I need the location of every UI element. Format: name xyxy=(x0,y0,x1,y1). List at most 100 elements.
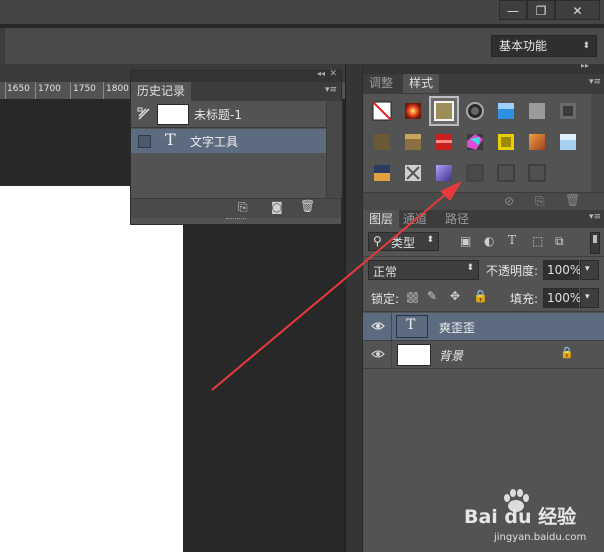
history-panel: ◂◂ ✕ 历史记录 ▾≡ 未标题-1 T 文字工具 ⎘ ◙ 🗑 xyxy=(130,69,342,225)
style-swatch[interactable] xyxy=(553,96,583,126)
workspace-switcher[interactable]: 基本功能 ⬍ xyxy=(491,35,597,57)
panel-menu-icon[interactable]: ▾≡ xyxy=(589,77,601,87)
style-swatch[interactable] xyxy=(429,127,459,157)
image-filter-icon[interactable]: ▣ xyxy=(460,234,471,248)
minimize-button[interactable]: — xyxy=(499,0,527,20)
document-canvas[interactable] xyxy=(0,186,183,552)
styles-panel: ▸▸ 调整 样式 ▾≡ ⊘ ⎘ 🗑 xyxy=(362,61,604,211)
style-swatch[interactable] xyxy=(491,96,521,126)
layer-name[interactable]: 背景 xyxy=(439,347,463,364)
fill-value: 100% xyxy=(547,291,582,305)
restore-button[interactable]: ❐ xyxy=(527,0,555,20)
resize-grip[interactable] xyxy=(226,218,246,222)
lock-label: 锁定: xyxy=(371,292,400,306)
chevron-down-icon: ▾ xyxy=(585,292,590,302)
panel-menu-icon[interactable]: ▾≡ xyxy=(325,85,337,95)
history-brush-checkbox[interactable] xyxy=(138,135,151,148)
close-button[interactable]: ✕ xyxy=(555,0,600,20)
camera-icon[interactable]: ◙ xyxy=(271,200,283,214)
blend-mode-value: 正常 xyxy=(373,265,398,279)
lock-icon[interactable]: 🔒 xyxy=(473,289,488,303)
style-swatch[interactable] xyxy=(460,127,490,157)
styles-footer: ⊘ ⎘ 🗑 xyxy=(363,192,604,211)
tab-adjustments[interactable]: 调整 xyxy=(363,74,399,93)
styles-scrollbar[interactable] xyxy=(591,94,604,194)
history-scrollbar[interactable] xyxy=(326,101,342,198)
type-filter-icon[interactable]: T xyxy=(508,233,516,247)
layer-thumbnail-text[interactable]: T xyxy=(396,315,428,338)
layers-tab-row: 图层 通道 路径 ▾≡ xyxy=(363,210,604,228)
opacity-value: 100% xyxy=(547,263,582,277)
text-tool-icon: T xyxy=(165,130,176,149)
type-layer-icon: T xyxy=(406,317,416,333)
adjustment-filter-icon[interactable]: ◐ xyxy=(484,234,494,248)
tab-history[interactable]: 历史记录 xyxy=(131,82,192,101)
style-swatch[interactable] xyxy=(522,96,552,126)
layer-filter-kind[interactable]: ⚲ 类型 ⬍ xyxy=(368,232,439,251)
smart-object-filter-icon[interactable]: ⧉ xyxy=(555,234,564,249)
layer-name[interactable]: 爽歪歪 xyxy=(439,319,475,336)
move-icon[interactable]: ✥ xyxy=(450,289,460,303)
style-swatch[interactable] xyxy=(398,96,428,126)
history-tab-row: 历史记录 ▾≡ xyxy=(131,82,341,101)
collapse-icon[interactable]: ◂◂ xyxy=(317,69,325,78)
history-panel-header[interactable]: ◂◂ ✕ xyxy=(131,69,341,82)
optbar-grip xyxy=(0,28,5,64)
eye-icon[interactable] xyxy=(371,347,385,361)
style-swatch[interactable] xyxy=(398,158,428,188)
clear-style-icon[interactable]: ⊘ xyxy=(504,194,514,208)
layer-row-background[interactable]: 背景 🔒 xyxy=(363,341,604,368)
collapse-icon[interactable]: ▸▸ xyxy=(581,61,589,70)
layer-row-text[interactable]: T 爽歪歪 xyxy=(363,313,604,340)
eye-icon[interactable] xyxy=(371,319,385,333)
opacity-input[interactable]: 100% xyxy=(543,260,582,280)
lock-transparent-icon[interactable] xyxy=(407,292,418,303)
history-brush-source-icon[interactable] xyxy=(137,107,151,121)
tab-layers[interactable]: 图层 xyxy=(363,210,400,228)
chevron-updown-icon: ⬍ xyxy=(426,235,434,245)
brush-icon[interactable]: ✎ xyxy=(427,289,437,303)
tab-styles[interactable]: 样式 xyxy=(403,74,440,93)
style-swatch-none[interactable] xyxy=(367,96,397,126)
shape-filter-icon[interactable]: ⬚ xyxy=(532,234,543,248)
style-swatch[interactable] xyxy=(553,127,583,157)
tab-paths[interactable]: 路径 xyxy=(439,210,475,228)
style-swatch[interactable] xyxy=(522,127,552,157)
blend-mode-select[interactable]: 正常 ⬍ xyxy=(368,260,479,280)
style-swatch[interactable] xyxy=(460,158,490,188)
opacity-slider-toggle[interactable]: ▾ xyxy=(580,260,599,280)
trash-icon[interactable]: 🗑 xyxy=(565,193,580,207)
style-swatch[interactable] xyxy=(398,127,428,157)
style-swatch[interactable] xyxy=(522,158,552,188)
style-swatch[interactable] xyxy=(367,158,397,188)
trash-icon[interactable]: 🗑 xyxy=(300,199,315,213)
history-state-label: 文字工具 xyxy=(190,135,239,149)
snapshot-thumbnail xyxy=(157,104,189,125)
watermark-logo-text: Bai du 经验 xyxy=(464,506,577,528)
style-swatch-grid xyxy=(367,96,589,188)
fill-slider-toggle[interactable]: ▾ xyxy=(580,288,599,308)
new-style-icon[interactable]: ⎘ xyxy=(535,194,545,209)
snapshot-label: 未标题-1 xyxy=(194,108,242,122)
panel-menu-icon[interactable]: ▾≡ xyxy=(589,212,601,222)
fill-label: 填充: xyxy=(510,292,539,306)
style-swatch[interactable] xyxy=(491,158,521,188)
history-snapshot-row[interactable]: 未标题-1 xyxy=(131,101,326,127)
tab-channels[interactable]: 通道 xyxy=(397,210,433,228)
style-swatch[interactable] xyxy=(367,127,397,157)
style-swatch-selected[interactable] xyxy=(429,96,459,126)
styles-panel-header[interactable]: ▸▸ xyxy=(363,61,604,74)
history-state-row[interactable]: T 文字工具 xyxy=(131,129,326,153)
history-footer: ⎘ ◙ 🗑 xyxy=(131,198,341,218)
close-icon[interactable]: ✕ xyxy=(329,69,337,79)
style-swatch[interactable] xyxy=(429,158,459,188)
new-document-from-state-icon[interactable]: ⎘ xyxy=(238,200,248,215)
fill-input[interactable]: 100% xyxy=(543,288,582,308)
style-swatch[interactable] xyxy=(460,96,490,126)
filter-toggle[interactable] xyxy=(590,232,600,254)
lock-icon: 🔒 xyxy=(560,346,574,359)
layer-thumbnail-background[interactable] xyxy=(397,344,431,366)
style-swatch[interactable] xyxy=(491,127,521,157)
panel-dock-gap xyxy=(345,64,363,552)
chevron-down-icon: ▾ xyxy=(585,264,590,274)
